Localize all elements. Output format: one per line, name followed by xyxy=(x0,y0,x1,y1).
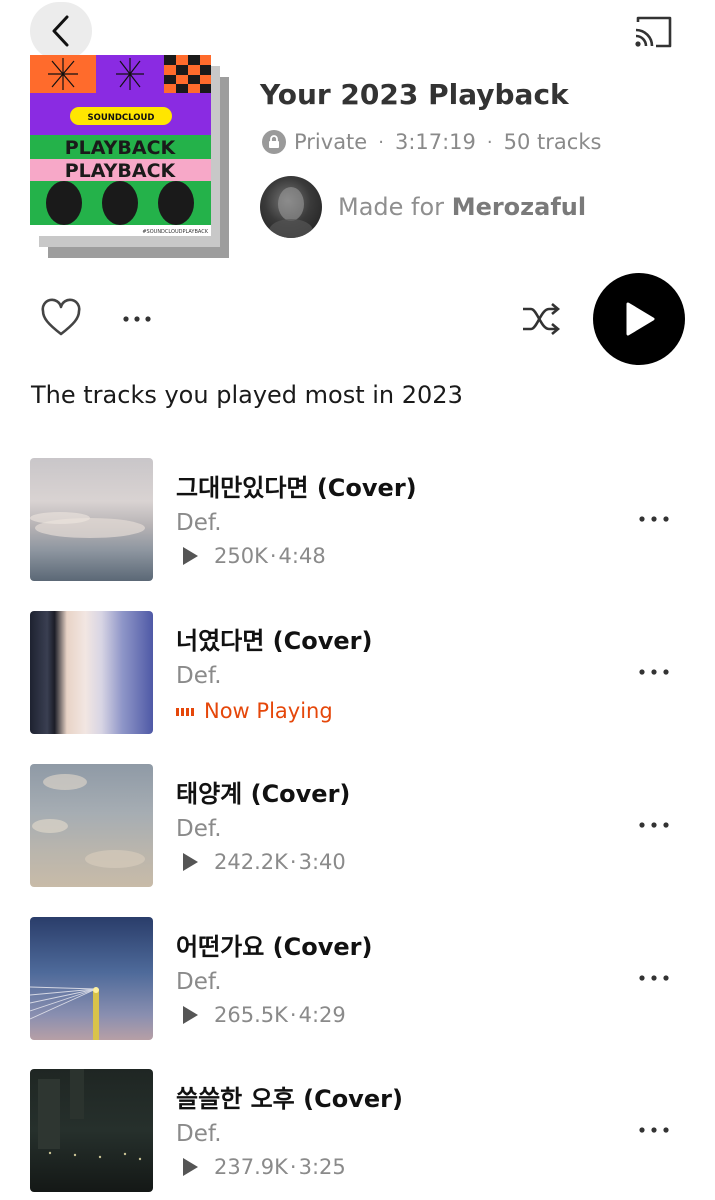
artwork-title: PLAYBACK xyxy=(65,137,177,159)
now-playing-indicator: Now Playing xyxy=(176,699,333,723)
stat-separator: · xyxy=(269,544,277,568)
lock-icon xyxy=(262,130,286,154)
track-row[interactable]: 너였다면 (Cover) Def. Now Playing xyxy=(30,611,690,735)
track-artist[interactable]: Def. xyxy=(176,510,222,536)
made-for-line: Made for Merozaful xyxy=(338,193,586,221)
track-row[interactable]: 어떤가요 (Cover) Def. 265.5K · 4:29 xyxy=(30,917,690,1041)
play-count: 237.9K xyxy=(214,1155,288,1179)
artwork-title-repeat: PLAYBACK xyxy=(65,160,177,182)
track-title: 그대만있다면 (Cover) xyxy=(176,474,417,502)
now-playing-label: Now Playing xyxy=(204,699,333,723)
playlist-artwork: SOUNDCLOUD PLAYBACK PLAYBACK #SOUNDCLOUD… xyxy=(30,55,211,236)
shuffle-button[interactable] xyxy=(520,300,562,338)
track-duration: 4:48 xyxy=(278,544,326,568)
track-stats: 250K · 4:48 xyxy=(183,544,326,568)
artwork-hashtag: #SOUNDCLOUDPLAYBACK xyxy=(142,229,208,235)
track-stats: 242.2K · 3:40 xyxy=(183,850,346,874)
equalizer-icon xyxy=(176,706,196,716)
cast-icon xyxy=(635,16,672,48)
track-row[interactable]: 그대만있다면 (Cover) Def. 250K · 4:48 xyxy=(30,458,690,582)
artwork-label: SOUNDCLOUD xyxy=(88,113,155,123)
meta-separator: · xyxy=(378,131,384,153)
track-more-button[interactable] xyxy=(634,658,674,686)
privacy-label: Private xyxy=(294,130,368,154)
playlist-meta: Private · 3:17:19 · 50 tracks xyxy=(262,130,601,154)
track-artist[interactable]: Def. xyxy=(176,663,222,689)
play-count-icon xyxy=(183,853,198,871)
track-stats: 237.9K · 3:25 xyxy=(183,1155,346,1179)
track-artist[interactable]: Def. xyxy=(176,969,222,995)
shuffle-icon xyxy=(523,303,561,335)
track-title: 쓸쓸한 오후 (Cover) xyxy=(176,1085,403,1113)
track-more-button[interactable] xyxy=(634,1116,674,1144)
more-horizontal-icon xyxy=(639,1127,669,1133)
track-more-button[interactable] xyxy=(634,811,674,839)
track-more-button[interactable] xyxy=(634,964,674,992)
stat-separator: · xyxy=(289,1003,297,1027)
track-title: 너였다면 (Cover) xyxy=(176,627,373,655)
track-artwork xyxy=(30,611,153,734)
track-duration: 3:40 xyxy=(298,850,346,874)
play-count: 250K xyxy=(214,544,268,568)
track-title: 태양계 (Cover) xyxy=(176,780,351,808)
track-artwork xyxy=(30,917,153,1040)
playlist-title: Your 2023 Playback xyxy=(260,78,569,111)
more-horizontal-icon xyxy=(639,516,669,522)
play-count: 242.2K xyxy=(214,850,288,874)
playlist-more-button[interactable] xyxy=(118,305,156,333)
track-count: 50 tracks xyxy=(503,130,602,154)
play-count-icon xyxy=(183,547,198,565)
track-duration: 4:29 xyxy=(298,1003,346,1027)
avatar[interactable] xyxy=(260,176,322,238)
track-artist[interactable]: Def. xyxy=(176,816,222,842)
track-stats: 265.5K · 4:29 xyxy=(183,1003,346,1027)
more-horizontal-icon xyxy=(639,975,669,981)
playlist-description: The tracks you played most in 2023 xyxy=(31,381,463,409)
playlist-artwork-stack: SOUNDCLOUD PLAYBACK PLAYBACK #SOUNDCLOUD… xyxy=(30,55,235,260)
track-artwork xyxy=(30,458,153,581)
play-count: 265.5K xyxy=(214,1003,288,1027)
play-count-icon xyxy=(183,1158,198,1176)
track-artwork xyxy=(30,1069,153,1192)
play-icon xyxy=(626,302,655,336)
track-more-button[interactable] xyxy=(634,505,674,533)
back-button[interactable] xyxy=(30,2,92,60)
track-row[interactable]: 쓸쓸한 오후 (Cover) Def. 237.9K · 3:25 xyxy=(30,1069,690,1193)
stat-separator: · xyxy=(289,1155,297,1179)
track-title: 어떤가요 (Cover) xyxy=(176,933,373,961)
made-for-user[interactable]: Merozaful xyxy=(452,193,586,221)
playlist-duration: 3:17:19 xyxy=(394,130,476,154)
chevron-left-icon xyxy=(52,15,69,47)
track-row[interactable]: 태양계 (Cover) Def. 242.2K · 3:40 xyxy=(30,764,690,888)
more-horizontal-icon xyxy=(123,316,151,322)
track-artwork xyxy=(30,764,153,887)
cast-button[interactable] xyxy=(632,12,676,52)
like-button[interactable] xyxy=(40,298,82,338)
track-artist[interactable]: Def. xyxy=(176,1121,222,1147)
made-for-prefix: Made for xyxy=(338,193,445,221)
meta-separator: · xyxy=(486,131,493,153)
more-horizontal-icon xyxy=(639,822,669,828)
play-button[interactable] xyxy=(593,273,685,365)
play-count-icon xyxy=(183,1006,198,1024)
track-duration: 3:25 xyxy=(298,1155,346,1179)
stat-separator: · xyxy=(289,850,297,874)
heart-icon xyxy=(41,298,81,336)
more-horizontal-icon xyxy=(639,669,669,675)
